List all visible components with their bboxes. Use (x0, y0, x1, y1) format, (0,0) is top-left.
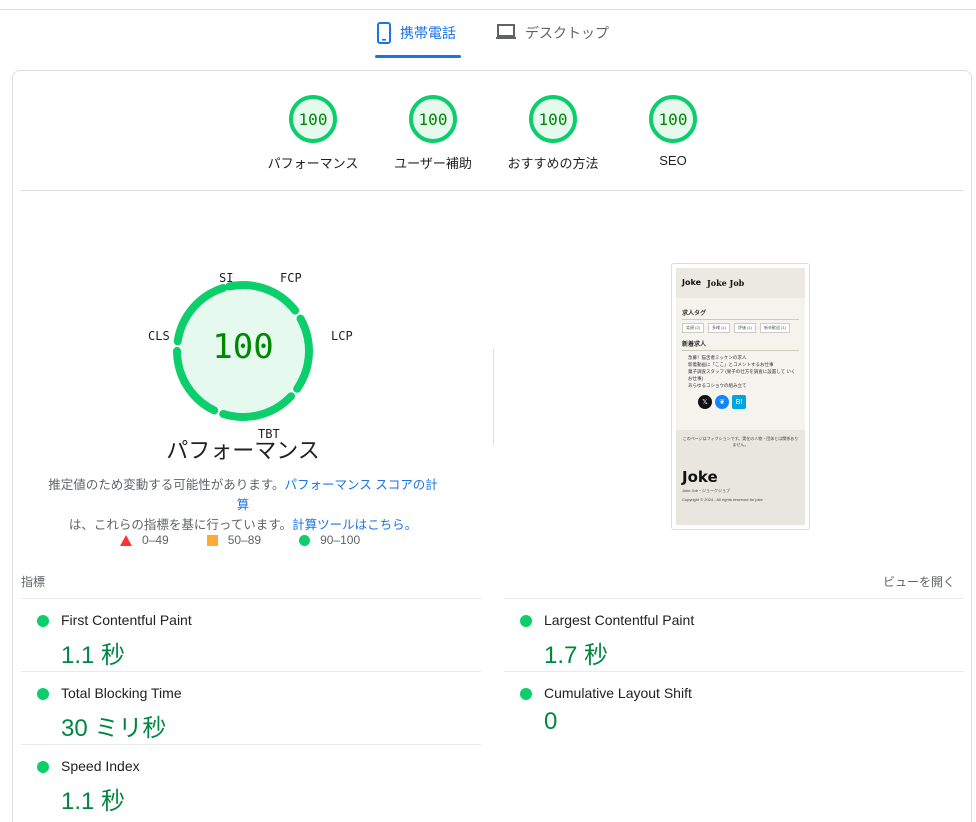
score-ring: 100 (649, 95, 697, 143)
metric-name: Largest Contentful Paint (544, 612, 695, 628)
pass-indicator-icon (37, 688, 49, 700)
circle-icon (299, 534, 311, 546)
tag-item: 評価 (1) (734, 323, 756, 333)
legend-pass: 90–100 (299, 533, 360, 547)
category-label: パフォーマンス (267, 156, 359, 171)
job-item: あらゆるコショウの組み立て (688, 383, 747, 388)
metric-value: 1.1 秒 (61, 642, 126, 669)
device-tabs: 携帯電話 デスクトップ (0, 10, 976, 58)
tab-desktop-label: デスクトップ (525, 25, 609, 41)
pass-indicator-icon (520, 615, 532, 627)
screenshot-content: Joke Joke Job 求人タグ 笑顔 (2) 多様 (1) 評価 (1) … (676, 268, 805, 525)
tab-selected-indicator (375, 55, 461, 58)
metric-name: Speed Index (61, 758, 140, 774)
metric-name: Cumulative Layout Shift (544, 685, 692, 701)
job-list: 急募！猫舌者ミッケンの求人 新着動画に「ここ」とコメントするお仕事 菓子調査スタ… (682, 354, 799, 389)
section-tags-heading: 求人タグ (682, 308, 799, 320)
tab-mobile-label: 携帯電話 (400, 25, 456, 41)
job-item: 菓子調査スタッフ (果子の仕方を調査に設置して いくお仕事) (688, 369, 796, 381)
legend-fail-label: 0–49 (142, 533, 169, 547)
metric-name: Total Blocking Time (61, 685, 182, 701)
metric-si: Speed Index 1.1 秒 (21, 744, 481, 817)
footer-copyright: Copyright © 2024 - All rights reserved f… (682, 497, 763, 502)
x-icon: 𝕏 (698, 395, 712, 409)
tag-item: 多様 (1) (708, 323, 730, 333)
category-label: ユーザー補助 (394, 156, 472, 171)
page-screenshot[interactable]: Joke Joke Job 求人タグ 笑顔 (2) 多様 (1) 評価 (1) … (671, 263, 810, 530)
category-label: SEO (659, 153, 687, 168)
performance-description: 推定値のため変動する可能性があります。パフォーマンス スコアの計算 は、これらの… (43, 475, 443, 535)
mobile-phone-icon (376, 22, 392, 47)
metric-name: First Contentful Paint (61, 612, 192, 628)
screenshot-body: 求人タグ 笑顔 (2) 多様 (1) 評価 (1) 新卒歓迎 (1) 新着求人 … (676, 298, 805, 409)
footer-name: Joke Job・ジョークジョブ (682, 488, 731, 493)
job-item: 急募！猫舌者ミッケンの求人 (688, 355, 747, 360)
bluesky-icon: ❦ (715, 395, 729, 409)
triangle-icon (120, 534, 132, 546)
legend-average: 50–89 (206, 533, 262, 547)
vertical-divider (493, 349, 494, 445)
category-label: おすすめの方法 (507, 156, 599, 171)
section-new-heading: 新着求人 (682, 339, 799, 351)
tag-item: 笑顔 (2) (682, 323, 704, 333)
social-share: 𝕏 ❦ B! (698, 395, 799, 409)
pass-indicator-icon (520, 688, 532, 700)
metrics-heading: 指標 (21, 575, 46, 589)
metric-value: 30 ミリ秒 (61, 715, 167, 742)
expand-view-toggle[interactable]: ビューを開く (883, 573, 955, 590)
performance-title: パフォーマンス (166, 438, 320, 463)
desc-text-2: は、これらの指標を基に行っています。 (68, 518, 293, 532)
metric-cls: Cumulative Layout Shift 0 (504, 671, 964, 744)
hatena-bookmark-icon: B! (732, 395, 746, 409)
job-item: 新着動画に「ここ」とコメントするお仕事 (688, 362, 774, 367)
category-gauge-performance[interactable]: 100 パフォーマンス (253, 95, 373, 172)
gauge-label-si: SI (219, 271, 234, 285)
pass-indicator-icon (37, 615, 49, 627)
footer-logo: Joke (682, 468, 718, 486)
tag-list: 笑顔 (2) 多様 (1) 評価 (1) 新卒歓迎 (1) (682, 323, 799, 333)
category-summary: 100 パフォーマンス 100 ユーザー補助 100 おすすめの方法 100 S… (13, 95, 973, 185)
laptop-icon (495, 22, 517, 45)
metric-value: 0 (544, 708, 558, 735)
tab-desktop[interactable]: デスクトップ (495, 22, 609, 58)
gauge-label-cls: CLS (148, 329, 170, 343)
screenshot-footer: このページはフィクションです。実在の人物・団体とは関係ありません。 Joke J… (676, 430, 805, 525)
site-title: Joke Job (707, 278, 745, 288)
footer-note: このページはフィクションです。実在の人物・団体とは関係ありません。 (682, 436, 799, 447)
score-ring: 100 (289, 95, 337, 143)
category-gauge-best-practices[interactable]: 100 おすすめの方法 (493, 95, 613, 172)
square-icon (206, 534, 218, 546)
tab-mobile[interactable]: 携帯電話 (375, 22, 461, 58)
score-legend: 0–49 50–89 90–100 (120, 533, 360, 547)
metric-value: 1.7 秒 (544, 642, 609, 669)
pass-indicator-icon (37, 761, 49, 773)
tag-item: 新卒歓迎 (1) (760, 323, 790, 333)
site-logo: Joke (682, 278, 702, 287)
screenshot-header: Joke Joke Job (676, 268, 805, 298)
metric-fcp: First Contentful Paint 1.1 秒 (21, 598, 481, 671)
metric-value: 1.1 秒 (61, 788, 126, 815)
performance-score: 100 (212, 327, 274, 367)
gauge-label-fcp: FCP (280, 271, 302, 285)
legend-fail: 0–49 (120, 533, 169, 547)
score-ring: 100 (529, 95, 577, 143)
metric-tbt: Total Blocking Time 30 ミリ秒 (21, 671, 481, 744)
metric-lcp: Largest Contentful Paint 1.7 秒 (504, 598, 964, 671)
legend-pass-label: 90–100 (320, 533, 361, 547)
desc-text-1: 推定値のため変動する可能性があります。 (48, 478, 285, 492)
calculator-link[interactable]: 計算ツールはこちら。 (292, 518, 417, 532)
summary-divider (21, 190, 963, 191)
legend-average-label: 50–89 (227, 533, 262, 547)
report-card: 100 パフォーマンス 100 ユーザー補助 100 おすすめの方法 100 S… (12, 70, 972, 822)
category-gauge-accessibility[interactable]: 100 ユーザー補助 (373, 95, 493, 172)
score-ring: 100 (409, 95, 457, 143)
category-gauge-seo[interactable]: 100 SEO (613, 95, 733, 168)
gauge-label-lcp: LCP (331, 329, 353, 343)
